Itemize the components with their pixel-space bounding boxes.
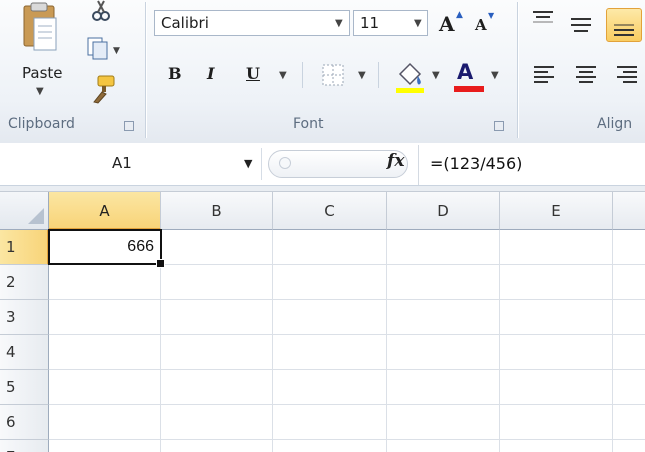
underline-button[interactable]: U [246,64,260,83]
align-bottom-icon [614,24,634,36]
svg-text:▼: ▼ [113,46,120,56]
cell-a1[interactable]: 666 [48,229,165,268]
font-color-icon: A [457,60,474,84]
row-header-6[interactable]: 6 [0,405,49,440]
align-center-icon[interactable] [574,64,598,86]
row-header-7[interactable]: 7 [0,440,49,452]
group-separator [145,2,146,138]
row-header-3[interactable]: 3 [0,300,49,335]
select-all-corner[interactable] [0,192,49,230]
font-name-combo[interactable]: Calibri ▼ [154,10,350,36]
fx-icon[interactable]: fx [387,151,404,171]
chevron-down-icon: ▼ [414,18,422,29]
clipboard-group-label: Clipboard [8,116,75,132]
formula-separator [418,145,419,185]
chevron-down-icon[interactable]: ▼ [358,70,366,81]
shrink-font-button[interactable]: A ▼ [470,8,498,38]
gridline [612,230,613,452]
align-top-icon[interactable] [530,8,556,32]
paste-label: Paste [22,64,63,82]
align-left-icon[interactable] [532,64,556,86]
chevron-down-icon: ▼ [36,86,44,97]
column-header-a[interactable]: A [49,192,161,230]
row-header-5[interactable]: 5 [0,370,49,405]
column-header-e[interactable]: E [500,192,613,230]
column-header-f[interactable] [613,192,645,230]
gridline [49,439,645,440]
name-box[interactable]: A1 ▼ [0,148,262,180]
row-header-1[interactable]: 1 [0,230,49,265]
font-color-swatch [454,86,484,92]
group-separator [517,2,518,138]
bold-button[interactable]: B [168,64,182,83]
gridline [386,230,387,452]
chevron-down-icon[interactable]: ▼ [244,157,252,170]
align-right-icon[interactable] [615,64,639,86]
separator [302,62,303,88]
font-size-combo[interactable]: 11 ▼ [353,10,428,36]
cell-a1-value: 666 [127,238,154,255]
cut-icon[interactable] [90,0,112,22]
chevron-down-icon: ▼ [335,18,343,29]
dialog-launcher-icon[interactable] [494,121,504,131]
align-bottom-button[interactable] [606,8,642,42]
gridline [49,334,645,335]
gridline [272,230,273,452]
gridline [49,404,645,405]
paste-button[interactable]: Paste ▼ [10,2,72,108]
grow-font-icon: A [439,12,455,36]
dialog-launcher-icon[interactable] [124,121,134,131]
formula-input[interactable]: =(123/456) [430,154,522,173]
paste-icon [23,2,57,51]
caret-down-icon: ▼ [488,11,495,20]
alignment-group-label: Align [597,116,633,132]
copy-icon[interactable]: ▼ [86,36,122,60]
gridline [49,369,645,370]
fill-handle[interactable] [156,259,165,268]
row-header-2[interactable]: 2 [0,265,49,300]
separator [378,62,379,88]
font-group-label: Font [293,116,324,132]
column-header-d[interactable]: D [387,192,500,230]
chevron-down-icon[interactable]: ▼ [491,70,499,81]
shrink-font-icon: A [475,16,487,34]
name-box-value: A1 [112,154,132,172]
gridline [49,299,645,300]
column-header-c[interactable]: C [273,192,387,230]
font-name-value: Calibri [161,14,209,32]
chevron-down-icon[interactable]: ▼ [279,70,287,81]
align-middle-icon[interactable] [568,12,594,36]
circle-icon [279,157,291,169]
borders-icon[interactable] [320,62,346,88]
grow-font-button[interactable]: A ▲ [436,8,466,38]
row-header-4[interactable]: 4 [0,335,49,370]
italic-button[interactable]: I [207,64,214,83]
chevron-down-icon[interactable]: ▼ [432,70,440,81]
format-painter-icon[interactable] [88,74,118,104]
gridline [499,230,500,452]
fill-color-swatch [396,88,424,93]
column-header-b[interactable]: B [161,192,273,230]
font-color-button[interactable]: A [452,58,486,94]
font-size-value: 11 [360,14,380,32]
caret-up-icon: ▲ [456,10,463,20]
fill-color-icon[interactable] [394,60,426,94]
select-all-icon [28,208,44,224]
